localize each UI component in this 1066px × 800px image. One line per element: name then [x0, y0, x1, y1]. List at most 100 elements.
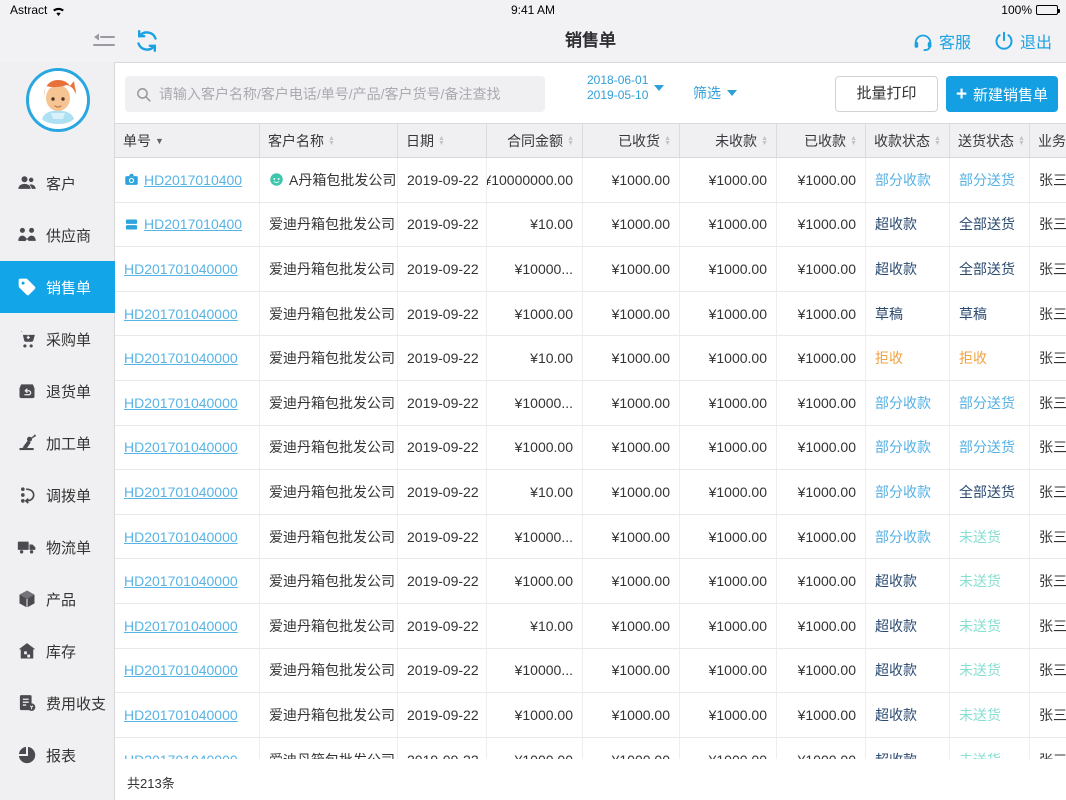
column-header-合同金额[interactable]: 合同金额▲▼: [487, 124, 583, 157]
order-number-link[interactable]: HD201701040000: [124, 752, 238, 759]
table-row[interactable]: HD201701040000爱迪丹箱包批发公司2019-09-22¥1000.0…: [115, 559, 1066, 604]
cell-contract: ¥1000.00: [487, 738, 583, 759]
order-number-link[interactable]: HD2017010400: [144, 216, 242, 232]
table-row[interactable]: HD201701040000爱迪丹箱包批发公司2019-09-22¥10.00¥…: [115, 604, 1066, 649]
order-number-link[interactable]: HD201701040000: [124, 306, 238, 322]
table-row[interactable]: HD2017010400爱迪丹箱包批发公司2019-09-22¥10.00¥10…: [115, 203, 1066, 248]
order-number-link[interactable]: HD201701040000: [124, 439, 238, 455]
new-sales-order-button[interactable]: + 新建销售单: [946, 76, 1058, 112]
cell-customer: 爱迪丹箱包批发公司: [260, 515, 398, 559]
salesperson-value: 张三: [1039, 393, 1066, 413]
sidebar-item-产品[interactable]: 产品: [0, 573, 115, 625]
date-value: 2019-09-22: [407, 662, 479, 678]
cell-pay_status: 拒收: [866, 336, 950, 380]
cell-pay_status: 草稿: [866, 292, 950, 336]
column-header-送货状态[interactable]: 送货状态▲▼: [950, 124, 1030, 157]
sidebar-item-物流单[interactable]: 物流单: [0, 521, 115, 573]
order-number-link[interactable]: HD201701040000: [124, 484, 238, 500]
table-row[interactable]: HD201701040000爱迪丹箱包批发公司2019-09-22¥1000.0…: [115, 292, 1066, 337]
search-box: [125, 76, 545, 112]
order-number-link[interactable]: HD201701040000: [124, 573, 238, 589]
cell-contract: ¥1000.00: [487, 559, 583, 603]
sidebar-item-库存[interactable]: 库存: [0, 625, 115, 677]
table-row[interactable]: HD201701040000爱迪丹箱包批发公司2019-09-22¥10.00¥…: [115, 470, 1066, 515]
unpaid-value: ¥1000.00: [709, 216, 767, 232]
cell-salesperson: 张三: [1030, 292, 1066, 336]
filter-button[interactable]: 筛选: [693, 83, 737, 103]
batch-print-button[interactable]: 批量打印: [835, 76, 938, 112]
order-number-link[interactable]: HD201701040000: [124, 529, 238, 545]
purchase-cart-icon: [17, 329, 37, 349]
collapse-sidebar-icon[interactable]: [92, 30, 116, 52]
delivery_status-value: 全部送货: [959, 214, 1015, 234]
date-value: 2019-09-22: [407, 573, 479, 589]
cell-received_goods: ¥1000.00: [583, 426, 680, 470]
cell-unpaid: ¥1000.00: [680, 693, 777, 737]
received_payment-value: ¥1000.00: [798, 395, 856, 411]
sidebar-item-费用收支[interactable]: 费用收支: [0, 677, 115, 729]
table-row[interactable]: HD2017010400A丹箱包批发公司2019-09-22¥10000000.…: [115, 158, 1066, 203]
sidebar-item-报表[interactable]: 报表: [0, 729, 115, 781]
unpaid-value: ¥1000.00: [709, 350, 767, 366]
order-number-link[interactable]: HD201701040000: [124, 618, 238, 634]
cell-contract: ¥10.00: [487, 470, 583, 514]
column-header-业务[interactable]: 业务: [1030, 124, 1066, 157]
order-number-link[interactable]: HD201701040000: [124, 707, 238, 723]
table-row[interactable]: HD201701040000爱迪丹箱包批发公司2019-09-22¥10000.…: [115, 649, 1066, 694]
sidebar-item-采购单[interactable]: 采购单: [0, 313, 115, 365]
power-icon: [993, 30, 1015, 52]
column-header-单号[interactable]: 单号▼: [115, 124, 260, 157]
customer-value: 爱迪丹箱包批发公司: [269, 660, 395, 680]
column-header-日期[interactable]: 日期▲▼: [398, 124, 487, 157]
wifi-icon: [51, 5, 66, 16]
order-number-link[interactable]: HD201701040000: [124, 662, 238, 678]
sidebar-item-调拨单[interactable]: 调拨单: [0, 469, 115, 521]
cell-order_no: HD201701040000: [115, 738, 260, 759]
cell-salesperson: 张三: [1030, 381, 1066, 425]
sidebar-item-加工单[interactable]: 加工单: [0, 417, 115, 469]
user-avatar[interactable]: [26, 68, 90, 132]
customer-service-button[interactable]: 客服: [912, 29, 971, 53]
search-input[interactable]: [159, 86, 535, 102]
received_goods-value: ¥1000.00: [612, 261, 670, 277]
pay_status-value: 部分收款: [875, 393, 931, 413]
sort-carets-icon: ▲▼: [567, 136, 574, 146]
table-row[interactable]: HD201701040000爱迪丹箱包批发公司2019-09-22¥10.00¥…: [115, 336, 1066, 381]
table-row[interactable]: HD201701040000爱迪丹箱包批发公司2019-09-22¥10000.…: [115, 515, 1066, 560]
received_goods-value: ¥1000.00: [612, 618, 670, 634]
table-row[interactable]: HD201701040000爱迪丹箱包批发公司2019-09-22¥10000.…: [115, 247, 1066, 292]
salesperson-value: 张三: [1039, 170, 1066, 190]
table-row[interactable]: HD201701040000爱迪丹箱包批发公司2019-09-22¥10000.…: [115, 381, 1066, 426]
pay_status-value: 超收款: [875, 750, 917, 759]
order-number-link[interactable]: HD201701040000: [124, 261, 238, 277]
column-header-已收货[interactable]: 已收货▲▼: [583, 124, 680, 157]
delivery_status-value: 未送货: [959, 527, 1001, 547]
date-range-picker[interactable]: 2018-06-01 2019-05-10: [587, 73, 664, 103]
column-header-未收款[interactable]: 未收款▲▼: [680, 124, 777, 157]
sidebar-item-退货单[interactable]: 退货单: [0, 365, 115, 417]
order-number-link[interactable]: HD201701040000: [124, 350, 238, 366]
received_payment-value: ¥1000.00: [798, 752, 856, 759]
sidebar-item-客户[interactable]: 客户: [0, 157, 115, 209]
cell-unpaid: ¥1000.00: [680, 158, 777, 202]
cell-delivery_status: 全部送货: [950, 247, 1030, 291]
sidebar-item-销售单[interactable]: 销售单: [0, 261, 115, 313]
cell-delivery_status: 未送货: [950, 693, 1030, 737]
date-value: 2019-09-22: [407, 618, 479, 634]
table-row[interactable]: HD201701040000爱迪丹箱包批发公司2019-09-22¥1000.0…: [115, 738, 1066, 759]
column-header-已收款[interactable]: 已收款▲▼: [777, 124, 866, 157]
cell-contract: ¥10000000.00: [487, 158, 583, 202]
salesperson-value: 张三: [1039, 304, 1066, 324]
column-header-客户名称[interactable]: 客户名称▲▼: [260, 124, 398, 157]
logout-button[interactable]: 退出: [993, 29, 1052, 53]
table-row[interactable]: HD201701040000爱迪丹箱包批发公司2019-09-22¥1000.0…: [115, 693, 1066, 738]
customer-service-label: 客服: [939, 29, 971, 53]
order-number-link[interactable]: HD201701040000: [124, 395, 238, 411]
cell-date: 2019-09-22: [398, 203, 487, 247]
column-header-收款状态[interactable]: 收款状态▲▼: [866, 124, 950, 157]
order-number-link[interactable]: HD2017010400: [144, 172, 242, 188]
sidebar-item-供应商[interactable]: 供应商: [0, 209, 115, 261]
cell-received_payment: ¥1000.00: [777, 559, 866, 603]
table-row[interactable]: HD201701040000爱迪丹箱包批发公司2019-09-22¥1000.0…: [115, 426, 1066, 471]
sidebar-item-label: 供应商: [46, 225, 91, 246]
